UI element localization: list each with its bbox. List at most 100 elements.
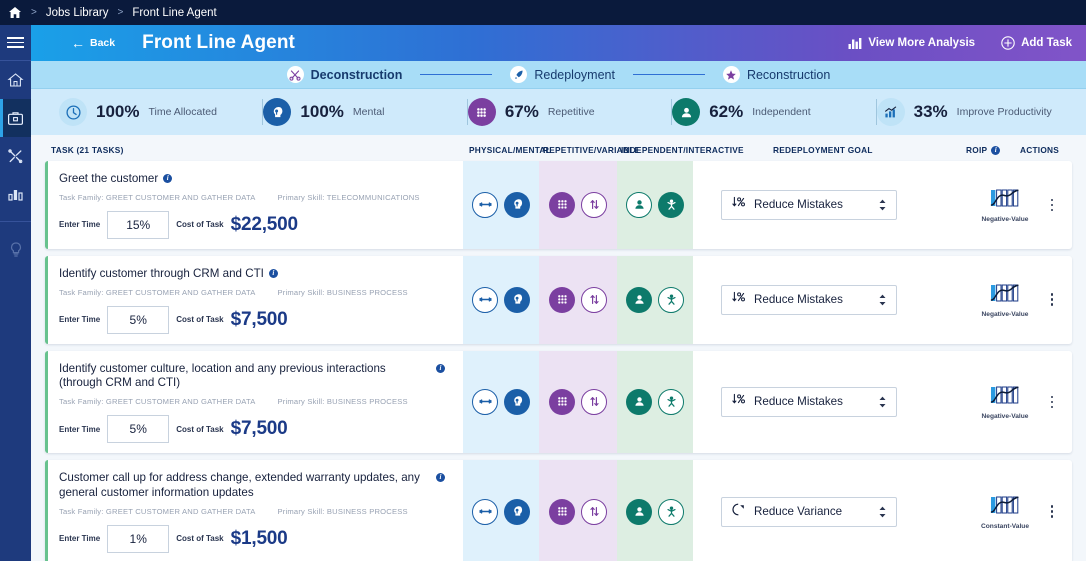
redeployment-goal-select[interactable]: Reduce Mistakes: [721, 285, 897, 315]
repetitive-variable-cell: [539, 256, 617, 344]
puzzle-icon: [723, 66, 740, 83]
variable-badge[interactable]: [581, 287, 607, 313]
roip-cell: Negative-Value: [978, 256, 1032, 344]
time-input[interactable]: 5%: [107, 415, 169, 443]
stepper-updown-icon[interactable]: [878, 199, 887, 211]
stats-bar: 100% Time Allocated 100% Mental 67%: [31, 89, 1086, 135]
column-header-roip-label: ROIP: [966, 145, 987, 155]
stat-time-allocated-label: Time Allocated: [148, 106, 216, 118]
repetitive-badge[interactable]: [549, 192, 575, 218]
task-meta: Task Family: GREET CUSTOMER AND GATHER D…: [59, 397, 455, 406]
cost-of-task-label: Cost of Task: [176, 220, 223, 229]
view-more-analysis-label: View More Analysis: [868, 37, 975, 49]
repetitive-badge[interactable]: [549, 287, 575, 313]
task-title-wrap: Identify customer culture, location and …: [59, 362, 455, 392]
physical-badge[interactable]: [472, 499, 498, 525]
add-task-button[interactable]: Add Task: [1001, 36, 1072, 50]
column-header-redeployment-goal: REDEPLOYMENT GOAL: [773, 145, 966, 155]
physical-badge[interactable]: [472, 287, 498, 313]
more-options-icon[interactable]: [1047, 499, 1058, 524]
primary-skill: Primary Skill: BUSINESS PROCESS: [278, 288, 408, 297]
sidebar-item-insights[interactable]: [0, 230, 31, 268]
enter-time-label: Enter Time: [59, 425, 100, 434]
info-icon[interactable]: i: [436, 473, 445, 482]
stat-time-allocated-value: 100%: [96, 102, 139, 122]
table-row[interactable]: Customer call up for address change, ext…: [45, 460, 1072, 561]
redeployment-goal-select[interactable]: Reduce Variance: [721, 497, 897, 527]
mental-badge[interactable]: [504, 287, 530, 313]
physical-badge[interactable]: [472, 192, 498, 218]
physical-badge[interactable]: [472, 389, 498, 415]
repetitive-badge[interactable]: [549, 389, 575, 415]
table-row[interactable]: Identify customer through CRM and CTI i …: [45, 256, 1072, 344]
variable-badge[interactable]: [581, 192, 607, 218]
info-icon[interactable]: i: [269, 269, 278, 278]
table-row[interactable]: Greet the customer i Task Family: GREET …: [45, 161, 1072, 249]
independent-badge[interactable]: [626, 192, 652, 218]
sidebar-item-jobs[interactable]: [0, 99, 31, 137]
mental-badge[interactable]: [504, 192, 530, 218]
stepper-updown-icon[interactable]: [878, 294, 887, 306]
home-icon[interactable]: [8, 6, 22, 19]
redeployment-goal-cell: Reduce Mistakes: [693, 161, 978, 249]
task-title-wrap: Greet the customer i: [59, 172, 455, 187]
column-header-roip: ROIP i: [966, 145, 1020, 155]
info-icon[interactable]: i: [163, 174, 172, 183]
time-input[interactable]: 5%: [107, 306, 169, 334]
independent-interactive-cell: [617, 161, 693, 249]
redeployment-goal-select[interactable]: Reduce Mistakes: [721, 387, 897, 417]
sidebar-item-home[interactable]: [0, 61, 31, 99]
tab-reconstruction[interactable]: Reconstruction: [723, 66, 830, 83]
info-icon[interactable]: i: [436, 364, 445, 373]
task-cell: Identify customer through CRM and CTI i …: [48, 256, 463, 344]
mental-badge[interactable]: [504, 499, 530, 525]
independent-badge[interactable]: [626, 389, 652, 415]
enter-time-label: Enter Time: [59, 315, 100, 324]
independent-badge[interactable]: [626, 287, 652, 313]
cost-of-task-label: Cost of Task: [176, 425, 223, 434]
breadcrumb-item-jobs-library[interactable]: Jobs Library: [46, 7, 109, 19]
back-button[interactable]: ← Back: [71, 36, 115, 50]
sidebar-divider: [0, 221, 31, 222]
task-title: Customer call up for address change, ext…: [59, 471, 431, 501]
more-options-icon[interactable]: [1047, 287, 1058, 312]
redeployment-goal-select[interactable]: Reduce Mistakes: [721, 190, 897, 220]
stat-repetitive-label: Repetitive: [548, 106, 595, 118]
task-title: Identify customer through CRM and CTI: [59, 267, 264, 282]
interactive-badge[interactable]: [658, 499, 684, 525]
header-actions: View More Analysis Add Task: [848, 36, 1072, 50]
redeployment-goal-value: Reduce Mistakes: [754, 395, 870, 408]
time-input[interactable]: 1%: [107, 525, 169, 553]
sidebar: [0, 25, 31, 561]
breadcrumb-separator-2: >: [117, 7, 123, 18]
tab-redeployment[interactable]: Redeployment: [510, 66, 615, 83]
stepper-updown-icon[interactable]: [878, 396, 887, 408]
stepper-updown-icon[interactable]: [878, 506, 887, 518]
repetitive-badge[interactable]: [549, 499, 575, 525]
sidebar-item-tools[interactable]: [0, 137, 31, 175]
more-options-icon[interactable]: [1047, 390, 1058, 415]
mental-badge[interactable]: [504, 389, 530, 415]
more-options-icon[interactable]: [1047, 193, 1058, 218]
stat-independent: 62% Independent: [672, 98, 875, 126]
repetitive-variable-cell: [539, 460, 617, 561]
view-more-analysis-button[interactable]: View More Analysis: [848, 37, 975, 50]
reduce-mistakes-icon: [731, 290, 746, 310]
sidebar-item-analytics[interactable]: [0, 175, 31, 213]
hamburger-menu-icon[interactable]: [0, 25, 31, 61]
roip-cell: Negative-Value: [978, 351, 1032, 454]
breadcrumb-item-front-line-agent[interactable]: Front Line Agent: [132, 7, 216, 19]
clock-icon: [59, 98, 87, 126]
table-row[interactable]: Identify customer culture, location and …: [45, 351, 1072, 454]
stat-improve-productivity-label: Improve Productivity: [957, 106, 1052, 118]
interactive-badge[interactable]: [658, 192, 684, 218]
variable-badge[interactable]: [581, 389, 607, 415]
time-input[interactable]: 15%: [107, 211, 169, 239]
tab-deconstruction[interactable]: Deconstruction: [287, 66, 403, 83]
bar-chart-icon: [848, 37, 862, 50]
interactive-badge[interactable]: [658, 389, 684, 415]
interactive-badge[interactable]: [658, 287, 684, 313]
variable-badge[interactable]: [581, 499, 607, 525]
independent-badge[interactable]: [626, 499, 652, 525]
info-icon[interactable]: i: [991, 146, 1000, 155]
